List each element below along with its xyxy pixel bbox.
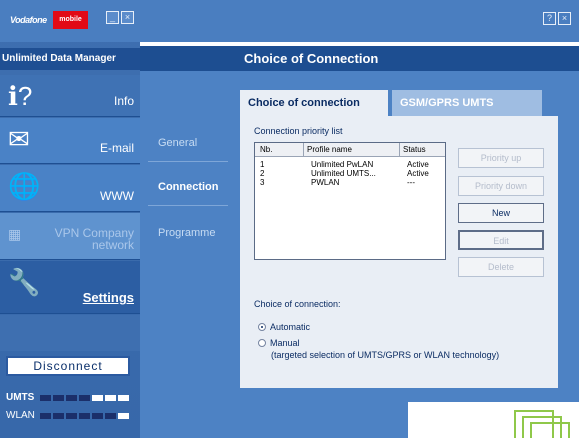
help-icon[interactable]: ? xyxy=(543,12,556,25)
subnav-divider xyxy=(148,205,228,206)
logo-text: Vodafone xyxy=(10,15,47,25)
tab-choice-of-connection[interactable]: Choice of connection xyxy=(240,90,388,116)
subnav-item-programme[interactable]: Programme xyxy=(158,227,215,239)
automatic-radio[interactable]: Automatic xyxy=(258,322,310,332)
row-profile-name: Unlimited UMTS... xyxy=(311,169,376,178)
umts-signal: UMTS xyxy=(6,392,129,404)
manual-description: (targeted selection of UMTS/GPRS or WLAN… xyxy=(271,350,500,360)
wlan-signal-bars xyxy=(40,413,130,420)
signal-bar xyxy=(40,413,51,419)
umts-label: UMTS xyxy=(6,392,35,403)
column-divider xyxy=(303,143,304,156)
subnav-divider xyxy=(148,161,228,162)
sidebar-item-label: Info xyxy=(113,94,134,108)
sidebar-item-label: VPN Company network xyxy=(55,227,134,251)
decor-square-icon xyxy=(530,422,570,438)
info-icon: ℹ? xyxy=(8,81,33,111)
row-status: --- xyxy=(407,178,415,187)
umts-signal-bars xyxy=(40,395,130,402)
close-icon[interactable]: × xyxy=(558,12,571,25)
help-controls: ? × xyxy=(543,12,573,25)
list-header: Nb. Profile name Status xyxy=(255,143,445,157)
connection-priority-list[interactable]: Nb. Profile name Status 1 Unlimited PwLA… xyxy=(254,142,446,260)
radio-checked-icon[interactable] xyxy=(258,323,266,331)
row-status: Active xyxy=(407,169,429,178)
close-icon[interactable]: × xyxy=(121,11,134,24)
brand-logo: Vodafone mobile xyxy=(10,11,88,31)
column-header-status[interactable]: Status xyxy=(403,145,426,154)
disconnect-button[interactable]: Disconnect xyxy=(6,356,130,376)
sidebar-item-settings[interactable]: 🔧 Settings xyxy=(0,261,140,314)
signal-bar xyxy=(79,395,90,401)
signal-bar xyxy=(53,395,64,401)
sidebar-item-label: Settings xyxy=(82,290,134,305)
sidebar-item-www[interactable]: 🌐 WWW xyxy=(0,165,140,212)
new-button[interactable]: New xyxy=(458,203,544,223)
minimize-icon[interactable]: _ xyxy=(106,11,119,24)
row-nb: 2 xyxy=(260,169,265,178)
wlan-label: WLAN xyxy=(6,410,35,421)
delete-button[interactable]: Delete xyxy=(458,257,544,277)
sidebar-item-info[interactable]: ℹ? Info xyxy=(0,75,140,117)
column-header-profile[interactable]: Profile name xyxy=(307,145,352,154)
main-header: ? × xyxy=(140,0,579,42)
priority-list-label: Connection priority list xyxy=(254,126,343,136)
row-nb: 1 xyxy=(260,160,265,169)
email-icon: ✉ xyxy=(8,124,30,154)
row-status: Active xyxy=(407,160,429,169)
column-divider xyxy=(399,143,400,156)
list-item[interactable]: 3 PWLAN --- xyxy=(255,178,445,187)
sidebar: Vodafone mobile _ × Unlimited Data Manage… xyxy=(0,0,140,438)
radio-unchecked-icon[interactable] xyxy=(258,339,266,347)
list-item[interactable]: 1 Unlimited PwLAN Active xyxy=(255,160,445,169)
signal-bar xyxy=(92,395,103,401)
sidebar-item-label: E-mail xyxy=(99,141,134,155)
signal-bar xyxy=(105,413,116,419)
corner-decoration xyxy=(408,402,579,438)
signal-bar xyxy=(53,413,64,419)
wlan-signal: WLAN xyxy=(6,410,129,422)
sidebar-spacer xyxy=(0,315,140,351)
signal-bar xyxy=(79,413,90,419)
wrench-icon: 🔧 xyxy=(8,267,41,297)
row-profile-name: PWLAN xyxy=(311,178,340,187)
sidebar-item-label: WWW xyxy=(100,189,134,203)
manual-radio[interactable]: Manual xyxy=(258,338,300,348)
connection-panel: Connection priority list Nb. Profile nam… xyxy=(240,116,558,388)
logo-badge: mobile xyxy=(53,11,88,29)
sidebar-header: Vodafone mobile _ × xyxy=(0,0,140,42)
edit-button[interactable]: Edit xyxy=(458,230,544,250)
priority-up-button[interactable]: Priority up xyxy=(458,148,544,168)
sidebar-item-email[interactable]: ✉ E-mail xyxy=(0,118,140,164)
list-item[interactable]: 2 Unlimited UMTS... Active xyxy=(255,169,445,178)
signal-bar xyxy=(66,395,77,401)
signal-bar xyxy=(40,395,51,401)
window-controls: _ × xyxy=(106,11,136,24)
row-profile-name: Unlimited PwLAN xyxy=(311,160,374,169)
sidebar-item-vpn[interactable]: ▦ VPN Company network xyxy=(0,213,140,260)
subnav-item-general[interactable]: General xyxy=(158,137,197,149)
column-header-nb[interactable]: Nb. xyxy=(260,145,272,154)
signal-bar xyxy=(118,395,129,401)
subnav-item-connection[interactable]: Connection xyxy=(158,181,219,193)
vpn-icon: ▦ xyxy=(8,226,22,242)
choice-of-connection-label: Choice of connection: xyxy=(254,299,341,309)
signal-bar xyxy=(66,413,77,419)
app-title: Unlimited Data Manager xyxy=(0,48,140,70)
tab-gsm-gprs-umts[interactable]: GSM/GPRS UMTS xyxy=(392,90,542,116)
priority-down-button[interactable]: Priority down xyxy=(458,176,544,196)
globe-icon: 🌐 xyxy=(8,171,41,201)
vpn-label-line2: network xyxy=(91,238,134,252)
section-title: Choice of Connection xyxy=(140,46,579,71)
row-nb: 3 xyxy=(260,178,265,187)
manual-label: Manual xyxy=(270,338,300,348)
signal-bar xyxy=(92,413,103,419)
signal-bar xyxy=(105,395,116,401)
automatic-label: Automatic xyxy=(270,322,311,332)
signal-bar xyxy=(118,413,129,419)
settings-subnav: General Connection Programme xyxy=(140,71,236,438)
